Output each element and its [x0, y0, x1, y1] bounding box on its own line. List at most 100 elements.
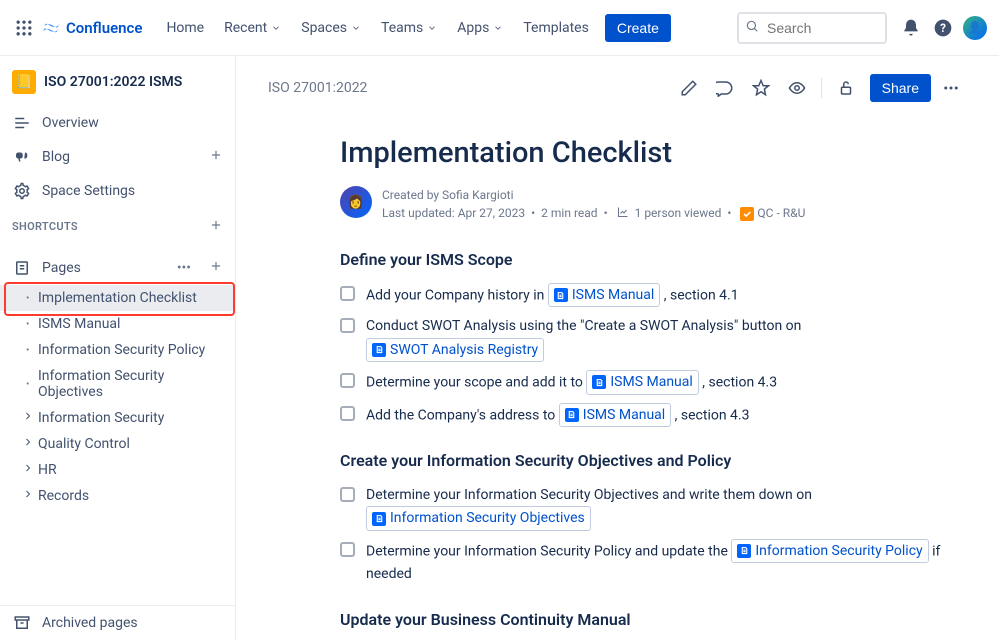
checklist-text: Conduct SWOT Analysis using the "Create …: [366, 315, 967, 362]
help-icon[interactable]: ?: [927, 12, 959, 44]
chevron-right-icon: [22, 436, 34, 452]
sidebar-item-label: Archived pages: [42, 615, 138, 631]
restrictions-icon[interactable]: [830, 72, 862, 104]
page-icon: [565, 408, 579, 422]
page-tree-item[interactable]: Information Security Policy: [0, 337, 235, 363]
sidebar-pages[interactable]: Pages •••: [0, 251, 235, 285]
breadcrumb-row: ISO 27001:2022 Share: [268, 72, 967, 104]
page-tree-item[interactable]: Records: [0, 483, 235, 509]
confluence-logo[interactable]: Confluence: [40, 17, 142, 39]
nav-spaces[interactable]: Spaces: [293, 14, 369, 42]
comment-icon[interactable]: [709, 72, 741, 104]
page-icon: [592, 375, 606, 389]
page-title: Implementation Checklist: [340, 136, 967, 170]
page-link[interactable]: Information Security Policy: [731, 539, 928, 563]
nav-templates[interactable]: Templates: [515, 14, 597, 42]
nav-home[interactable]: Home: [158, 14, 212, 42]
more-icon[interactable]: •••: [177, 260, 191, 276]
page-tree-label: ISMS Manual: [38, 316, 120, 332]
blog-icon: [12, 147, 32, 167]
overview-icon: [12, 113, 32, 133]
checkbox[interactable]: [340, 542, 355, 557]
space-icon: 📒: [12, 70, 36, 94]
page-icon: [554, 288, 568, 302]
checklist-item: Conduct SWOT Analysis using the "Create …: [340, 315, 967, 362]
page-tree-label: Information Security: [38, 410, 164, 426]
checklist-text: Determine your Information Security Poli…: [366, 539, 967, 586]
checklist-text: Determine your scope and add it to ISMS …: [366, 370, 777, 394]
sidebar-blog[interactable]: Blog: [0, 140, 235, 174]
author-avatar[interactable]: 👩: [340, 186, 372, 218]
page-link[interactable]: ISMS Manual: [586, 370, 698, 394]
watch-icon[interactable]: [781, 72, 813, 104]
edit-icon[interactable]: [673, 72, 705, 104]
checkbox[interactable]: [340, 318, 355, 333]
share-button[interactable]: Share: [870, 74, 931, 102]
product-name: Confluence: [66, 19, 142, 37]
add-icon[interactable]: [209, 218, 223, 235]
page-tree-item[interactable]: Information Security Objectives: [0, 363, 235, 405]
more-actions-icon[interactable]: [935, 72, 967, 104]
chevron-down-icon: [271, 23, 281, 33]
checklist-item: Determine your scope and add it to ISMS …: [340, 370, 967, 394]
sidebar-item-label: Space Settings: [42, 183, 135, 199]
author-name[interactable]: Sofia Kargioti: [442, 188, 513, 202]
pages-icon: [12, 258, 32, 278]
section-heading: Define your ISMS Scope: [340, 250, 967, 269]
section-heading: Create your Information Security Objecti…: [340, 451, 967, 470]
checkbox[interactable]: [340, 487, 355, 502]
chevron-down-icon: [351, 23, 361, 33]
qc-label[interactable]: QC - R&U: [757, 206, 805, 220]
page-link[interactable]: ISMS Manual: [559, 403, 671, 427]
checklist-item: Determine your Information Security Obje…: [340, 484, 967, 531]
search-input[interactable]: [737, 12, 887, 44]
breadcrumb[interactable]: ISO 27001:2022: [268, 80, 367, 96]
gear-icon: [12, 181, 32, 201]
page-tree-label: HR: [38, 462, 57, 478]
checkbox[interactable]: [340, 286, 355, 301]
user-avatar[interactable]: 👤: [963, 16, 987, 40]
page-tree-label: Information Security Policy: [38, 342, 205, 358]
sidebar-overview[interactable]: Overview: [0, 106, 235, 140]
chevron-right-icon: [22, 488, 34, 504]
app-switcher-icon[interactable]: [12, 16, 36, 40]
checkbox[interactable]: [340, 406, 355, 421]
space-header[interactable]: 📒 ISO 27001:2022 ISMS: [0, 64, 235, 106]
section-heading: Update your Business Continuity Manual: [340, 610, 967, 629]
add-icon[interactable]: [209, 259, 223, 277]
page-link[interactable]: ISMS Manual: [548, 283, 660, 307]
space-name: ISO 27001:2022 ISMS: [44, 74, 182, 90]
notifications-icon[interactable]: [895, 12, 927, 44]
page-link[interactable]: Information Security Objectives: [366, 506, 591, 530]
page-tree-item[interactable]: Implementation Checklist: [0, 285, 235, 311]
search-box: [737, 12, 887, 44]
star-icon[interactable]: [745, 72, 777, 104]
page-tree-item[interactable]: Information Security: [0, 405, 235, 431]
sidebar: 📒 ISO 27001:2022 ISMS Overview Blog Spac…: [0, 56, 236, 640]
qc-badge-icon: [740, 207, 754, 221]
page-meta: 👩 Created by Sofia Kargioti Last updated…: [340, 186, 967, 222]
add-icon[interactable]: [209, 148, 223, 166]
sidebar-item-label: Overview: [42, 115, 99, 131]
page-tree-item[interactable]: HR: [0, 457, 235, 483]
sidebar-archived[interactable]: Archived pages: [0, 606, 235, 640]
archive-icon: [12, 613, 32, 633]
checkbox[interactable]: [340, 373, 355, 388]
page-tree-item[interactable]: Quality Control: [0, 431, 235, 457]
page-tree-label: Information Security Objectives: [38, 368, 223, 400]
page-tree: Implementation Checklist ISMS Manual Infor…: [0, 285, 235, 509]
checklist-text: Add the Company's address to ISMS Manual…: [366, 403, 749, 427]
nav-apps[interactable]: Apps: [449, 14, 511, 42]
checklist-item: Add your Company history in ISMS Manual …: [340, 283, 967, 307]
nav-recent[interactable]: Recent: [216, 14, 289, 42]
nav-teams[interactable]: Teams: [373, 14, 445, 42]
page-tree-label: Implementation Checklist: [38, 290, 197, 306]
separator: [821, 78, 822, 98]
nav-links: Home Recent Spaces Teams Apps Templates: [158, 14, 596, 42]
page-link[interactable]: SWOT Analysis Registry: [366, 338, 544, 362]
meta-text: Created by Sofia Kargioti Last updated: …: [382, 186, 805, 222]
sidebar-space-settings[interactable]: Space Settings: [0, 174, 235, 208]
page-tree-item[interactable]: ISMS Manual: [0, 311, 235, 337]
create-button[interactable]: Create: [605, 14, 671, 42]
sidebar-item-label: Blog: [42, 149, 70, 165]
